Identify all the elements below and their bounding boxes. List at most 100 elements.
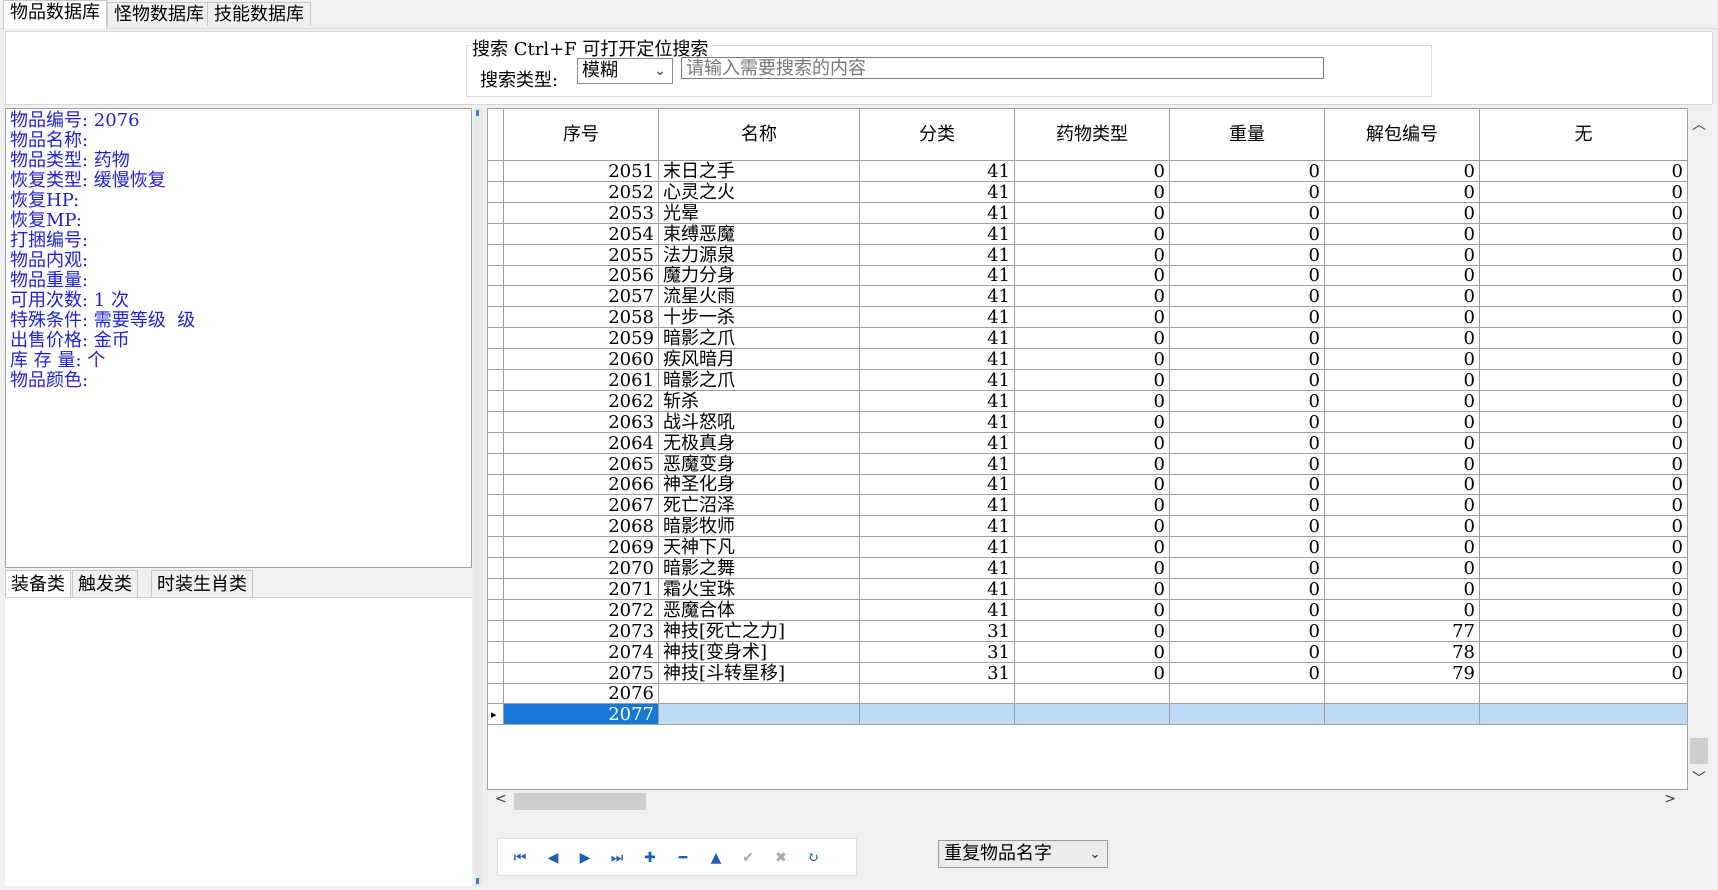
col-none-header[interactable]: 无 <box>1480 109 1687 161</box>
grid-cell[interactable]: 流星火雨 <box>659 286 860 307</box>
tab-items-db[interactable]: 物品数据库 <box>3 0 107 29</box>
grid-cell[interactable] <box>1015 684 1170 704</box>
grid-cell[interactable]: 0 <box>1170 182 1325 203</box>
grid-cell[interactable]: 41 <box>860 370 1015 391</box>
grid-cell[interactable]: 0 <box>1015 286 1170 307</box>
grid-cell[interactable]: 31 <box>860 642 1015 663</box>
row-indicator[interactable] <box>488 433 504 454</box>
grid-cell[interactable]: 0 <box>1325 203 1480 224</box>
grid-cell[interactable]: 2060 <box>504 349 659 370</box>
scroll-left-icon[interactable]: < <box>495 791 507 807</box>
grid-cell[interactable]: 0 <box>1170 621 1325 642</box>
row-indicator[interactable] <box>488 537 504 558</box>
grid-cell[interactable]: 0 <box>1480 286 1687 307</box>
grid-cell[interactable]: 0 <box>1480 307 1687 328</box>
grid-cell[interactable]: 0 <box>1015 475 1170 495</box>
grid-cell[interactable]: 2066 <box>504 475 659 495</box>
grid-cell[interactable]: 末日之手 <box>659 161 860 182</box>
table-row[interactable]: 2062 斩杀 41 0 0 0 0 <box>488 391 1687 412</box>
grid-cell[interactable]: 0 <box>1015 600 1170 621</box>
grid-cell[interactable]: 暗影之爪 <box>659 370 860 391</box>
grid-cell[interactable]: 41 <box>860 203 1015 224</box>
prior-record-icon[interactable]: ◀ <box>541 846 565 870</box>
grid-cell[interactable]: 恶魔合体 <box>659 600 860 621</box>
grid-cell[interactable]: 战斗怒吼 <box>659 412 860 433</box>
grid-cell[interactable] <box>1170 704 1325 725</box>
grid-cell[interactable]: 0 <box>1015 328 1170 349</box>
grid-cell[interactable]: 41 <box>860 412 1015 433</box>
grid-cell[interactable]: 暗影之舞 <box>659 558 860 579</box>
insert-record-icon[interactable]: ✚ <box>638 846 662 870</box>
grid-cell[interactable]: 0 <box>1480 349 1687 370</box>
grid-cell[interactable]: 0 <box>1015 495 1170 516</box>
grid-cell[interactable]: 0 <box>1015 663 1170 684</box>
grid-cell[interactable]: 束缚恶魔 <box>659 224 860 245</box>
grid-cell[interactable]: 41 <box>860 161 1015 182</box>
grid-cell[interactable]: 2058 <box>504 307 659 328</box>
grid-cell[interactable]: 0 <box>1325 516 1480 537</box>
grid-cell[interactable]: 2070 <box>504 558 659 579</box>
grid-cell[interactable]: 0 <box>1170 286 1325 307</box>
grid-cell[interactable]: 0 <box>1325 266 1480 286</box>
delete-record-icon[interactable]: ━ <box>671 846 695 870</box>
table-row[interactable]: 2071 霜火宝珠 41 0 0 0 0 <box>488 579 1687 600</box>
grid-cell[interactable]: 2057 <box>504 286 659 307</box>
grid-cell[interactable]: 0 <box>1325 391 1480 412</box>
edit-record-icon[interactable]: ▲ <box>704 846 728 870</box>
grid-cell[interactable]: 2062 <box>504 391 659 412</box>
grid-cell[interactable]: 0 <box>1170 495 1325 516</box>
row-indicator[interactable] <box>488 245 504 266</box>
grid-cell[interactable]: 斩杀 <box>659 391 860 412</box>
grid-cell[interactable]: 0 <box>1170 203 1325 224</box>
grid-cell[interactable]: 0 <box>1325 600 1480 621</box>
grid-cell[interactable]: 41 <box>860 433 1015 454</box>
grid-cell[interactable]: 0 <box>1015 182 1170 203</box>
row-indicator[interactable] <box>488 600 504 621</box>
grid-cell[interactable]: 0 <box>1480 475 1687 495</box>
table-row[interactable]: 2056 魔力分身 41 0 0 0 0 <box>488 266 1687 286</box>
tab-monsters-db[interactable]: 怪物数据库 <box>107 2 211 26</box>
grid-cell[interactable]: 0 <box>1480 203 1687 224</box>
grid-cell[interactable]: 0 <box>1170 642 1325 663</box>
grid-cell[interactable]: 2068 <box>504 516 659 537</box>
row-indicator[interactable] <box>488 516 504 537</box>
grid-cell[interactable]: 2075 <box>504 663 659 684</box>
row-indicator[interactable] <box>488 266 504 286</box>
col-unpack-id-header[interactable]: 解包编号 <box>1325 109 1480 161</box>
vertical-scrollbar[interactable]: ︿ ﹀ <box>1688 108 1710 790</box>
grid-cell[interactable]: 0 <box>1015 579 1170 600</box>
grid-cell[interactable]: 0 <box>1170 516 1325 537</box>
grid-cell[interactable]: 2071 <box>504 579 659 600</box>
grid-cell[interactable]: 41 <box>860 600 1015 621</box>
grid-cell[interactable]: 0 <box>1480 621 1687 642</box>
table-row[interactable]: 2055 法力源泉 41 0 0 0 0 <box>488 245 1687 266</box>
grid-cell[interactable]: 0 <box>1015 642 1170 663</box>
grid-cell[interactable]: 0 <box>1170 391 1325 412</box>
row-indicator[interactable] <box>488 307 504 328</box>
grid-cell[interactable]: 十步一杀 <box>659 307 860 328</box>
table-row[interactable]: ▸ 2077 <box>488 704 1687 725</box>
grid-cell[interactable]: 41 <box>860 307 1015 328</box>
grid-cell[interactable]: 0 <box>1170 600 1325 621</box>
tab-skills-db[interactable]: 技能数据库 <box>207 2 311 26</box>
grid-cell[interactable]: 2069 <box>504 537 659 558</box>
grid-cell[interactable]: 0 <box>1015 412 1170 433</box>
next-record-icon[interactable]: ▶ <box>573 846 597 870</box>
first-record-icon[interactable]: ⏮ <box>508 846 532 870</box>
grid-cell[interactable]: 41 <box>860 286 1015 307</box>
grid-cell[interactable]: 0 <box>1015 245 1170 266</box>
tab-fashion-zodiac[interactable]: 时装生肖类 <box>151 570 253 598</box>
grid-cell[interactable]: 0 <box>1325 328 1480 349</box>
table-row[interactable]: 2058 十步一杀 41 0 0 0 0 <box>488 307 1687 328</box>
grid-cell[interactable]: 2076 <box>504 684 659 704</box>
grid-cell[interactable]: 2063 <box>504 412 659 433</box>
grid-cell[interactable]: 0 <box>1325 475 1480 495</box>
grid-cell[interactable]: 2053 <box>504 203 659 224</box>
grid-cell[interactable]: 0 <box>1480 161 1687 182</box>
row-indicator[interactable] <box>488 182 504 203</box>
grid-cell[interactable]: 0 <box>1170 224 1325 245</box>
grid-cell[interactable]: 41 <box>860 391 1015 412</box>
scroll-right-icon[interactable]: > <box>1664 791 1676 807</box>
row-indicator[interactable] <box>488 663 504 684</box>
row-indicator[interactable] <box>488 224 504 245</box>
